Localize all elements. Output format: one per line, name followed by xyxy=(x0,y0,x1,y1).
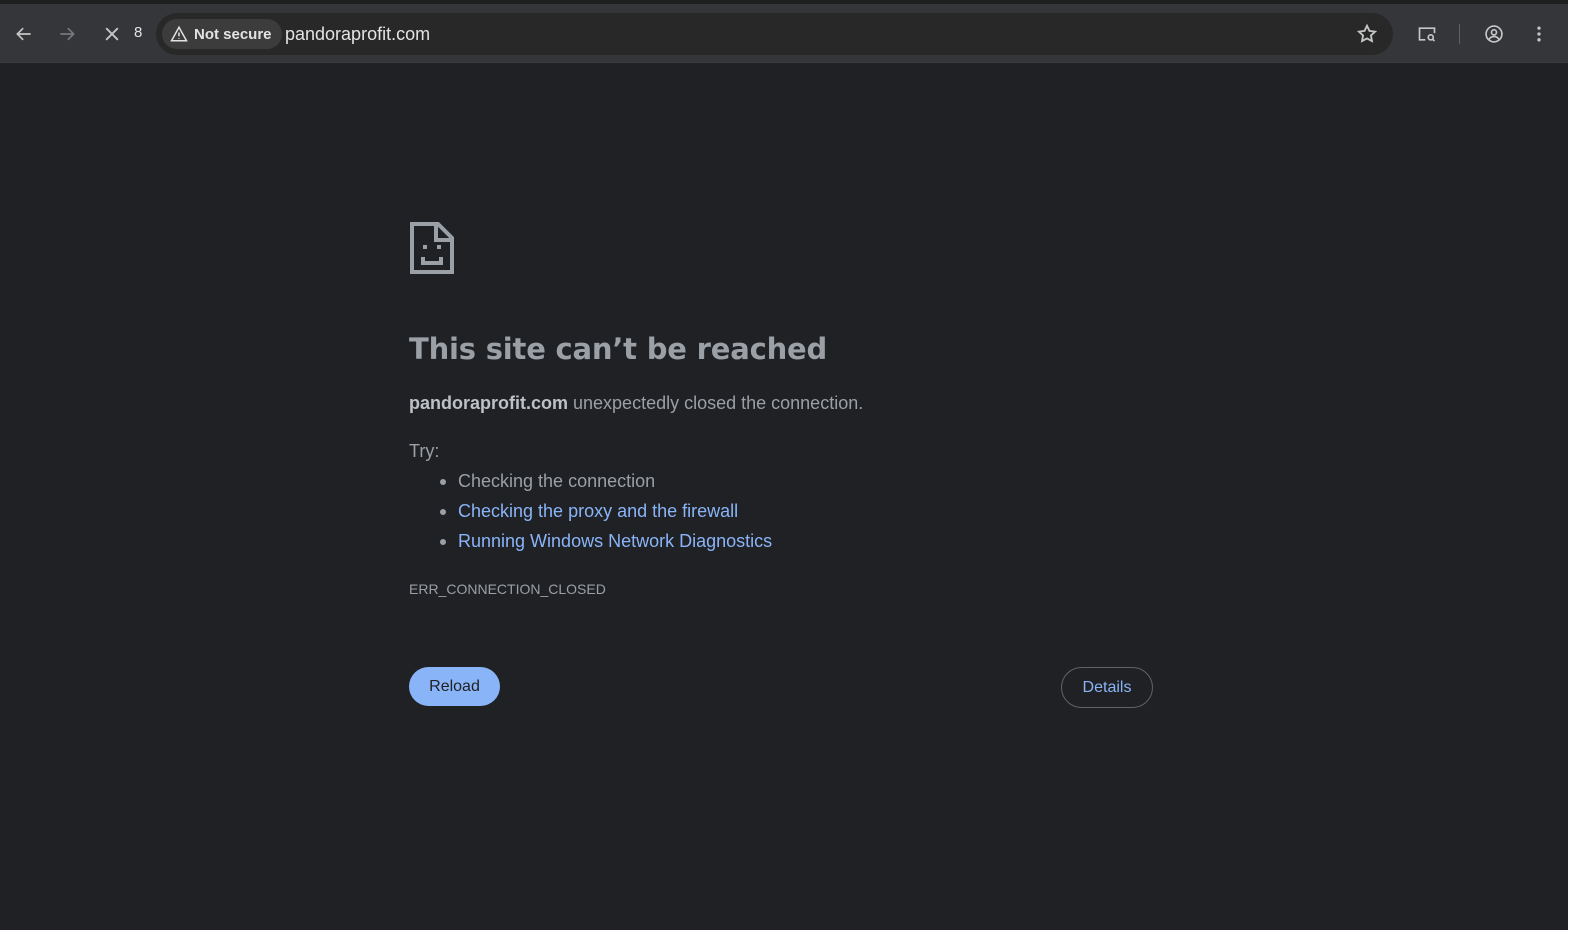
back-button[interactable] xyxy=(8,18,40,50)
reload-button[interactable]: Reload xyxy=(409,667,500,706)
tabstrip-edge xyxy=(0,0,1568,4)
error-message: unexpectedly closed the connection. xyxy=(568,393,864,413)
warning-icon xyxy=(170,25,188,42)
stop-button[interactable] xyxy=(96,18,128,50)
details-button[interactable]: Details xyxy=(1061,667,1153,708)
error-title: This site can’t be reached xyxy=(409,332,828,366)
forward-icon xyxy=(60,27,75,41)
security-label: Not secure xyxy=(194,25,272,43)
back-icon xyxy=(16,27,31,41)
browser-window: 8 Not secure pandoraprofit.com This site… xyxy=(0,0,1568,930)
suggestion-check-connection: Checking the connection xyxy=(438,470,772,500)
tab-count-badge: 8 xyxy=(134,24,143,41)
sad-document-icon xyxy=(410,222,454,274)
try-label: Try: xyxy=(409,441,440,461)
address-bar[interactable]: Not secure pandoraprofit.com xyxy=(156,13,1393,55)
cast-search-icon xyxy=(1418,27,1436,42)
menu-button[interactable] xyxy=(1523,18,1555,50)
stop-icon xyxy=(105,27,119,41)
toolbar-divider xyxy=(1459,24,1460,44)
desktop-edge xyxy=(1568,0,1581,930)
error-host: pandoraprofit.com xyxy=(409,393,569,413)
bookmark-star-button[interactable] xyxy=(1355,22,1379,46)
account-icon xyxy=(1485,25,1503,43)
profile-button[interactable] xyxy=(1478,18,1510,50)
forward-button[interactable] xyxy=(51,18,83,50)
browser-toolbar: 8 Not secure pandoraprofit.com xyxy=(0,0,1568,63)
cast-search-button[interactable] xyxy=(1411,18,1443,50)
suggestion-network-diagnostics-link[interactable]: Running Windows Network Diagnostics xyxy=(438,530,772,560)
url-text[interactable]: pandoraprofit.com xyxy=(285,24,430,45)
error-description: pandoraprofit.com unexpectedly closed th… xyxy=(409,393,863,414)
error-page: This site can’t be reached pandoraprofit… xyxy=(0,64,1568,930)
more-icon xyxy=(1537,26,1541,42)
security-chip[interactable]: Not secure xyxy=(162,19,282,49)
error-code: ERR_CONNECTION_CLOSED xyxy=(409,581,606,597)
suggestion-proxy-firewall-link[interactable]: Checking the proxy and the firewall xyxy=(438,500,772,530)
star-icon xyxy=(1356,23,1378,43)
suggestion-list: Checking the connection Checking the pro… xyxy=(438,470,772,560)
